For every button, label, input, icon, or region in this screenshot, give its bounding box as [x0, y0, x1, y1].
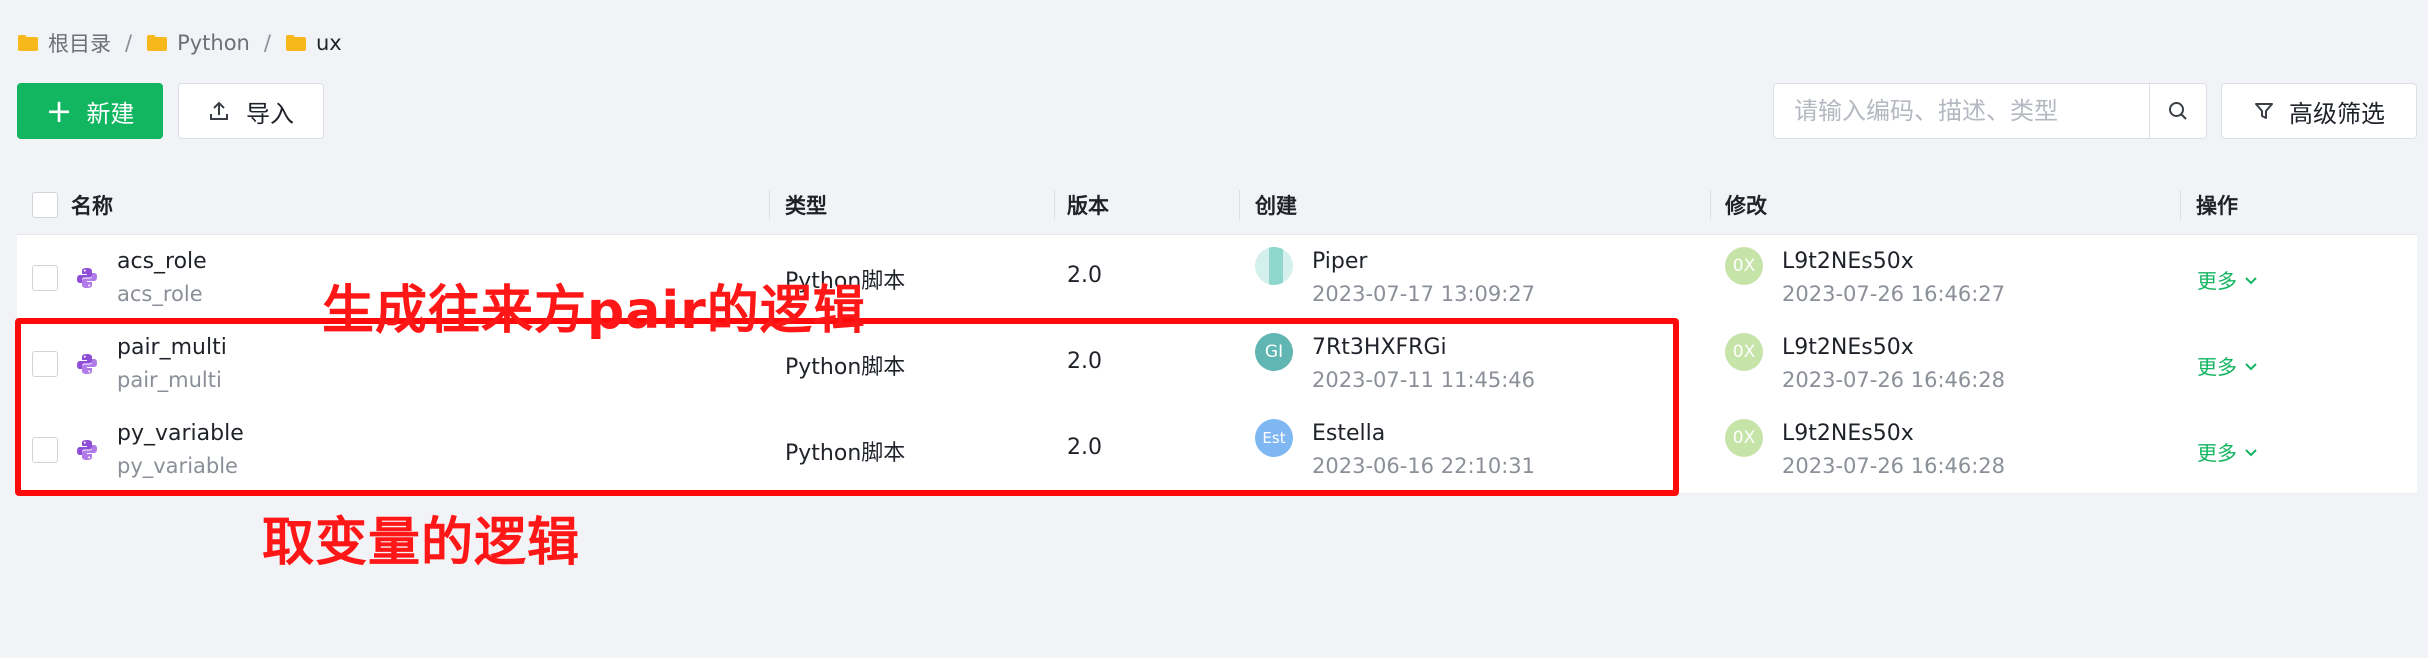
chevron-down-icon: [2245, 362, 2257, 370]
search-icon: [2169, 102, 2187, 120]
creator-cell: Piper 2023-07-17 13:09:27: [1312, 249, 1535, 306]
search-button[interactable]: [2149, 84, 2206, 138]
modified-time: 2023-07-26 16:46:27: [1782, 282, 2006, 306]
annotation-text-bottom: 取变量的逻辑: [262, 513, 581, 573]
column-header-actions: 操作: [2196, 194, 2238, 218]
folder-icon: [285, 35, 306, 51]
more-actions-button[interactable]: 更多: [2197, 351, 2259, 380]
modified-time: 2023-07-26 16:46:28: [1782, 368, 2006, 392]
search-input[interactable]: [1774, 84, 2149, 138]
creator-avatar: [1255, 247, 1293, 285]
breadcrumb-label: 根目录: [48, 32, 111, 56]
new-button-label: 新建: [86, 99, 135, 128]
column-divider: [1054, 190, 1055, 220]
filter-icon: [2255, 103, 2273, 119]
breadcrumb-separator: /: [125, 31, 133, 55]
breadcrumb-label: Python: [177, 31, 250, 55]
modifier-name: L9t2NEs50x: [1782, 335, 1914, 360]
more-actions-button[interactable]: 更多: [2197, 265, 2259, 294]
modified-time: 2023-07-26 16:46:28: [1782, 454, 2006, 478]
modifier-avatar: 0X: [1725, 419, 1763, 457]
column-header-type: 类型: [785, 194, 827, 218]
folder-icon: [147, 35, 168, 51]
column-divider: [1710, 190, 1711, 220]
breadcrumb-item-ux[interactable]: ux: [285, 31, 342, 55]
version-cell: 2.0: [1067, 263, 1102, 288]
advanced-filter-button[interactable]: 高级筛选: [2221, 83, 2417, 139]
script-name[interactable]: acs_role: [117, 249, 207, 274]
modifier-name: L9t2NEs50x: [1782, 249, 1914, 274]
column-header-modified: 修改: [1725, 194, 1767, 218]
table-header: 名称 类型 版本 创建 修改 操作: [17, 176, 2417, 235]
chevron-down-icon: [2245, 448, 2257, 456]
creator-name: Piper: [1312, 249, 1368, 274]
python-icon: [77, 268, 97, 288]
breadcrumb-separator: /: [263, 31, 271, 55]
column-header-created: 创建: [1255, 194, 1297, 218]
modifier-cell: L9t2NEs50x 2023-07-26 16:46:27: [1782, 249, 2005, 306]
name-cell: acs_role acs_role: [117, 249, 207, 306]
row-checkbox[interactable]: [32, 265, 58, 291]
search-box: [1773, 83, 2207, 139]
more-actions-button[interactable]: 更多: [2197, 437, 2259, 466]
column-header-name: 名称: [71, 194, 113, 218]
breadcrumb: 根目录 / Python / ux: [17, 26, 342, 60]
more-label: 更多: [2197, 355, 2237, 379]
column-header-version: 版本: [1067, 194, 1109, 218]
import-button[interactable]: 导入: [178, 83, 324, 139]
modifier-cell: L9t2NEs50x 2023-07-26 16:46:28: [1782, 421, 2005, 478]
breadcrumb-item-python[interactable]: Python: [146, 31, 250, 55]
plus-icon: +: [45, 92, 73, 130]
column-divider: [1239, 190, 1240, 220]
upload-icon: [210, 101, 228, 120]
import-button-label: 导入: [246, 99, 294, 128]
column-divider: [769, 190, 770, 220]
breadcrumb-label: ux: [315, 31, 342, 55]
breadcrumb-item-root[interactable]: 根目录: [17, 28, 111, 58]
more-label: 更多: [2197, 269, 2237, 293]
new-button[interactable]: + 新建: [17, 83, 163, 139]
column-divider: [2180, 190, 2181, 220]
select-all-checkbox[interactable]: [32, 192, 58, 218]
modifier-cell: L9t2NEs50x 2023-07-26 16:46:28: [1782, 335, 2005, 392]
annotation-highlight-box: [15, 318, 1679, 496]
modifier-avatar: 0X: [1725, 333, 1763, 371]
advanced-filter-label: 高级筛选: [2289, 99, 2385, 128]
created-time: 2023-07-17 13:09:27: [1312, 282, 1536, 306]
modifier-avatar: 0X: [1725, 247, 1763, 285]
modifier-name: L9t2NEs50x: [1782, 421, 1914, 446]
annotation-text-top: 生成往来方pair的逻辑: [322, 281, 866, 341]
script-code: acs_role: [117, 282, 203, 306]
folder-icon: [18, 35, 38, 51]
more-label: 更多: [2197, 441, 2237, 465]
chevron-down-icon: [2245, 276, 2257, 284]
